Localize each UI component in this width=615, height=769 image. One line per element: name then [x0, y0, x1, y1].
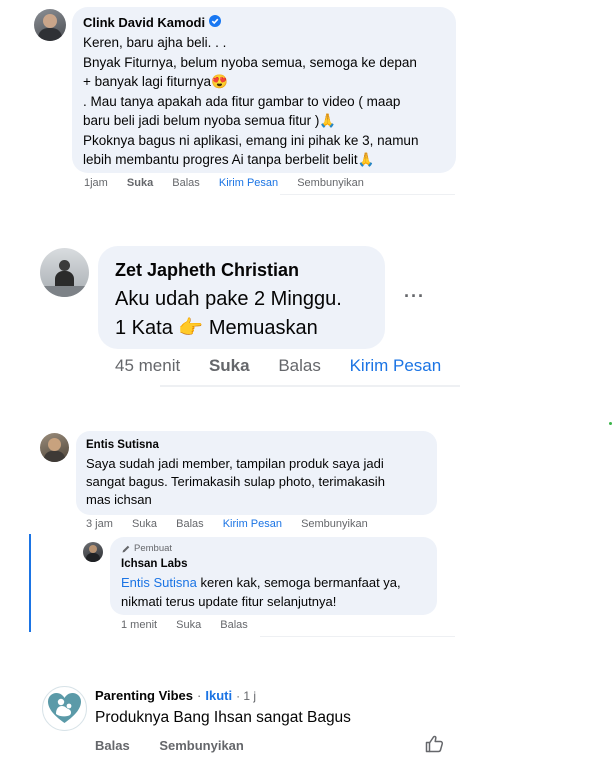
comment-line: Entis Sutisna keren kak, semoga bermanfa…: [121, 573, 433, 592]
divider: [280, 194, 455, 195]
thread-line: [29, 534, 31, 632]
comment-text: Entis Sutisna keren kak, semoga bermanfa…: [121, 573, 433, 611]
avatar-ichsan-labs[interactable]: [83, 542, 103, 562]
comment-bubble-1: Clink David Kamodi Keren, baru ajha beli…: [72, 7, 456, 173]
divider: [260, 636, 455, 637]
comment-line: Keren, baru ajha beli. . .: [83, 35, 227, 50]
reply-button[interactable]: Balas: [172, 177, 200, 189]
green-dot: [609, 422, 612, 425]
reply-button[interactable]: Balas: [220, 619, 248, 631]
like-button[interactable]: Suka: [176, 619, 201, 631]
like-button[interactable]: Suka: [209, 356, 250, 375]
comment-author[interactable]: Ichsan Labs: [121, 558, 187, 570]
hide-button[interactable]: Sembunyikan: [297, 177, 364, 189]
reply-button[interactable]: Balas: [95, 738, 130, 753]
like-button[interactable]: Suka: [132, 518, 157, 530]
send-message-button[interactable]: Kirim Pesan: [219, 177, 278, 189]
divider: [160, 385, 460, 387]
comment-actions-1: 1jam Suka Balas Kirim Pesan Sembunyikan: [84, 177, 380, 189]
comment-line: lebih membantu progres Ai tanpa berbelit…: [83, 152, 375, 167]
comment-time[interactable]: 1jam: [84, 177, 108, 189]
avatar-clink-david-kamodi[interactable]: [34, 9, 66, 41]
comment-actions-4: Balas Sembunyikan: [95, 738, 260, 753]
avatar-zet-japheth-christian[interactable]: [40, 248, 89, 297]
avatar-entis-sutisna[interactable]: [40, 433, 69, 462]
comment-line-text: keren kak, semoga bermanfaat ya,: [196, 575, 401, 590]
comment-line: 1 Kata 👉 Memuaskan: [115, 314, 385, 343]
parenting-vibes-logo-icon: [48, 693, 81, 723]
comment-actions-2: 45 menit Suka Balas Kirim Pesan: [115, 356, 457, 376]
comment-author[interactable]: Parenting Vibes: [95, 688, 193, 703]
comment-line: Saya sudah jadi member, tampilan produk …: [86, 456, 384, 471]
comment-actions-3: 3 jam Suka Balas Kirim Pesan Sembunyikan: [86, 518, 384, 530]
comment-line: sangat bagus. Terimakasih sulap photo, t…: [86, 474, 385, 489]
like-button[interactable]: Suka: [127, 177, 153, 189]
comment-time[interactable]: 45 menit: [115, 356, 180, 375]
verified-badge-icon: [209, 15, 222, 30]
send-message-button[interactable]: Kirim Pesan: [350, 356, 442, 375]
send-message-button[interactable]: Kirim Pesan: [223, 518, 282, 530]
thumbs-up-icon[interactable]: [425, 735, 444, 753]
comment-word: Memuaskan: [208, 317, 318, 339]
hide-button[interactable]: Sembunyikan: [301, 518, 368, 530]
avatar-parenting-vibes[interactable]: [42, 686, 87, 731]
comment-line: + banyak lagi fiturnya😍: [83, 74, 228, 89]
comment-bubble-3: Entis Sutisna Saya sudah jadi member, ta…: [76, 431, 437, 515]
pencil-icon: [121, 544, 131, 554]
comment-word: 1 Kata: [115, 317, 173, 339]
comment-author[interactable]: Entis Sutisna: [86, 439, 159, 451]
comment-line: nikmati terus update fitur selanjutnya!: [121, 594, 337, 609]
hide-button[interactable]: Sembunyikan: [159, 738, 244, 753]
more-options-button[interactable]: ···: [404, 286, 425, 307]
comment-text: Saya sudah jadi member, tampilan produk …: [86, 455, 431, 509]
comment-header: Parenting Vibes · Ikuti · 1 j: [95, 688, 256, 703]
reply-button[interactable]: Balas: [278, 356, 321, 375]
mention-link[interactable]: Entis Sutisna: [121, 575, 197, 590]
separator: ·: [197, 688, 202, 703]
comment-line: Bnyak Fiturnya, belum nyoba semua, semog…: [83, 54, 417, 70]
comment-line: Pkoknya bagus ni aplikasi, emang ini pih…: [83, 132, 419, 148]
follow-button[interactable]: Ikuti: [205, 688, 232, 703]
reply-button[interactable]: Balas: [176, 518, 204, 530]
comment-text: Produknya Bang Ihsan sangat Bagus: [95, 709, 351, 726]
reply-actions: 1 menit Suka Balas: [121, 619, 264, 631]
comment-author[interactable]: Zet Japheth Christian: [115, 260, 299, 281]
comment-time[interactable]: 3 jam: [86, 518, 113, 530]
author-badge-label: Pembuat: [134, 543, 173, 554]
comment-author[interactable]: Clink David Kamodi: [83, 15, 205, 30]
comment-line: Aku udah pake 2 Minggu.: [115, 288, 342, 310]
author-badge: Pembuat: [121, 543, 172, 554]
reply-bubble: Pembuat Ichsan Labs Entis Sutisna keren …: [110, 537, 437, 615]
comment-time[interactable]: 1 menit: [121, 619, 157, 631]
comment-line: baru beli jadi belum nyoba semua fitur )…: [83, 113, 337, 128]
comment-time[interactable]: · 1 j: [236, 689, 256, 703]
comment-line: mas ichsan: [86, 492, 152, 507]
comment-text: Aku udah pake 2 Minggu. 1 Kata 👉 Memuask…: [115, 285, 385, 343]
comment-text: Keren, baru ajha beli. . . Bnyak Fiturny…: [83, 33, 455, 170]
pointing-hand-emoji: 👉: [178, 317, 204, 339]
comment-bubble-2: Zet Japheth Christian Aku udah pake 2 Mi…: [98, 246, 385, 349]
comment-line: . Mau tanya apakah ada fitur gambar to v…: [83, 93, 401, 109]
